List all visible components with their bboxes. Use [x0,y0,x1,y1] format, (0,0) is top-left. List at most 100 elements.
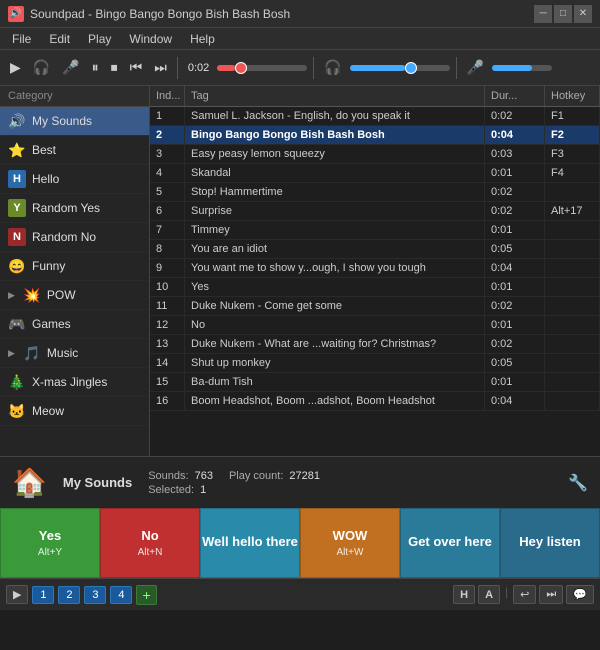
chat-icon-button[interactable]: 💬 [566,585,594,604]
table-row[interactable]: 13 Duke Nukem - What are ...waiting for?… [150,335,600,354]
sidebar-item-random-yes[interactable]: Y Random Yes [0,194,149,223]
tab-4[interactable]: 4 [110,586,132,604]
sidebar-label-music: Music [47,346,78,360]
sidebar-item-pow[interactable]: ▶ 💥 POW [0,281,149,310]
table-row[interactable]: 1 Samuel L. Jackson - English, do you sp… [150,107,600,126]
play-button[interactable]: ▶ [6,57,25,78]
volume-slider-2[interactable] [492,65,552,71]
tab-1[interactable]: 1 [32,586,54,604]
skip-icon-button[interactable]: ⏭ [539,585,563,604]
maximize-button[interactable]: □ [554,5,572,23]
sound-tag: Easy peasy lemon squeezy [185,145,485,163]
stop-button[interactable]: ⏹ [107,57,122,78]
get-over-quick-button[interactable]: Get over here [400,508,500,578]
menu-play[interactable]: Play [80,30,119,48]
table-row[interactable]: 15 Ba-dum Tish 0:01 [150,373,600,392]
sidebar-item-my-sounds[interactable]: 🔊 My Sounds [0,107,149,136]
menu-edit[interactable]: Edit [41,30,78,48]
prev-button[interactable]: ⏮ [126,57,147,78]
play-count: 27281 [289,470,320,482]
sidebar-label-pow: POW [47,288,76,302]
table-row[interactable]: 14 Shut up monkey 0:05 [150,354,600,373]
sidebar-item-hello[interactable]: H Hello [0,165,149,194]
wrench-icon[interactable]: 🔧 [568,473,588,493]
sidebar-label-hello: Hello [32,172,59,186]
volume-slider-1[interactable] [350,65,450,71]
shortcut-a-button[interactable]: A [478,585,500,604]
table-row[interactable]: 3 Easy peasy lemon squeezy 0:03 F3 [150,145,600,164]
volume-track-1[interactable] [350,65,450,71]
random-no-icon: N [8,228,26,246]
volume-track-2[interactable] [492,65,552,71]
sidebar-label-random-yes: Random Yes [32,201,100,215]
sound-hotkey: Alt+17 [545,202,600,220]
tab-2[interactable]: 2 [58,586,80,604]
sound-index: 10 [150,278,185,296]
sound-index: 11 [150,297,185,315]
sound-hotkey [545,278,600,296]
well-hello-quick-button[interactable]: Well hello there [200,508,300,578]
mic-2-button[interactable]: 🎤 [463,57,488,78]
headphones-button[interactable]: 🎧 [29,57,54,78]
table-row[interactable]: 11 Duke Nukem - Come get some 0:02 [150,297,600,316]
close-button[interactable]: ✕ [574,5,592,23]
mic-button[interactable]: 🎤 [58,57,83,78]
yes-quick-button[interactable]: Yes Alt+Y [0,508,100,578]
table-row[interactable]: 7 Timmey 0:01 [150,221,600,240]
sidebar-item-funny[interactable]: 😄 Funny [0,252,149,281]
table-row[interactable]: 2 Bingo Bango Bongo Bish Bash Bosh 0:04 … [150,126,600,145]
progress-track[interactable] [217,65,307,71]
minimize-button[interactable]: ─ [534,5,552,23]
tab-3[interactable]: 3 [84,586,106,604]
meow-icon: 🐱 [8,402,26,420]
headphones-2-button[interactable]: 🎧 [320,57,345,78]
yes-hotkey: Alt+Y [38,547,62,558]
main-area: Category 🔊 My Sounds ⭐ Best H Hello Y Ra… [0,86,600,456]
pause-button[interactable]: ⏸ [88,57,103,78]
sidebar-item-best[interactable]: ⭐ Best [0,136,149,165]
sound-duration: 0:02 [485,107,545,125]
sidebar-item-xmas[interactable]: 🎄 X-mas Jingles [0,368,149,397]
bottom-bar: ▶ 1 2 3 4 + H A | ↩ ⏭ 💬 [0,578,600,610]
music-arrow: ▶ [8,348,15,359]
wow-hotkey: Alt+W [337,547,364,558]
back-icon-button[interactable]: ↩ [513,585,536,604]
wow-quick-button[interactable]: WOW Alt+W [300,508,400,578]
sound-tag: Timmey [185,221,485,239]
sidebar-item-games[interactable]: 🎮 Games [0,310,149,339]
bottom-play-button[interactable]: ▶ [6,585,28,604]
progress-slider[interactable] [217,65,307,71]
menu-file[interactable]: File [4,30,39,48]
shortcut-h-button[interactable]: H [453,585,475,604]
table-row[interactable]: 9 You want me to show y...ough, I show y… [150,259,600,278]
sidebar-item-random-no[interactable]: N Random No [0,223,149,252]
hey-listen-quick-button[interactable]: Hey listen [500,508,600,578]
progress-thumb[interactable] [235,62,247,74]
sound-hotkey: F1 [545,107,600,125]
menu-window[interactable]: Window [121,30,180,48]
table-row[interactable]: 8 You are an idiot 0:05 [150,240,600,259]
sound-tag: Yes [185,278,485,296]
table-row[interactable]: 12 No 0:01 [150,316,600,335]
app-icon: 🔊 [8,6,24,22]
table-row[interactable]: 5 Stop! Hammertime 0:02 [150,183,600,202]
no-quick-button[interactable]: No Alt+N [100,508,200,578]
bottom-right-controls: H A | ↩ ⏭ 💬 [453,585,594,604]
table-row[interactable]: 6 Surprise 0:02 Alt+17 [150,202,600,221]
sound-index: 15 [150,373,185,391]
sidebar-item-music[interactable]: ▶ 🎵 Music [0,339,149,368]
pow-icon: 💥 [23,286,41,304]
table-row[interactable]: 10 Yes 0:01 [150,278,600,297]
menu-help[interactable]: Help [182,30,223,48]
sound-hotkey: F4 [545,164,600,182]
col-hotkey: Hotkey [545,86,600,106]
music-icon: 🎵 [23,344,41,362]
add-tab-button[interactable]: + [136,585,156,605]
window-title: Soundpad - Bingo Bango Bongo Bish Bash B… [30,7,528,21]
next-button[interactable]: ⏭ [150,57,171,78]
hey-listen-label: Hey listen [519,534,580,549]
table-row[interactable]: 4 Skandal 0:01 F4 [150,164,600,183]
volume-thumb-1[interactable] [405,62,417,74]
table-row[interactable]: 16 Boom Headshot, Boom ...adshot, Boom H… [150,392,600,411]
sidebar-item-meow[interactable]: 🐱 Meow [0,397,149,426]
